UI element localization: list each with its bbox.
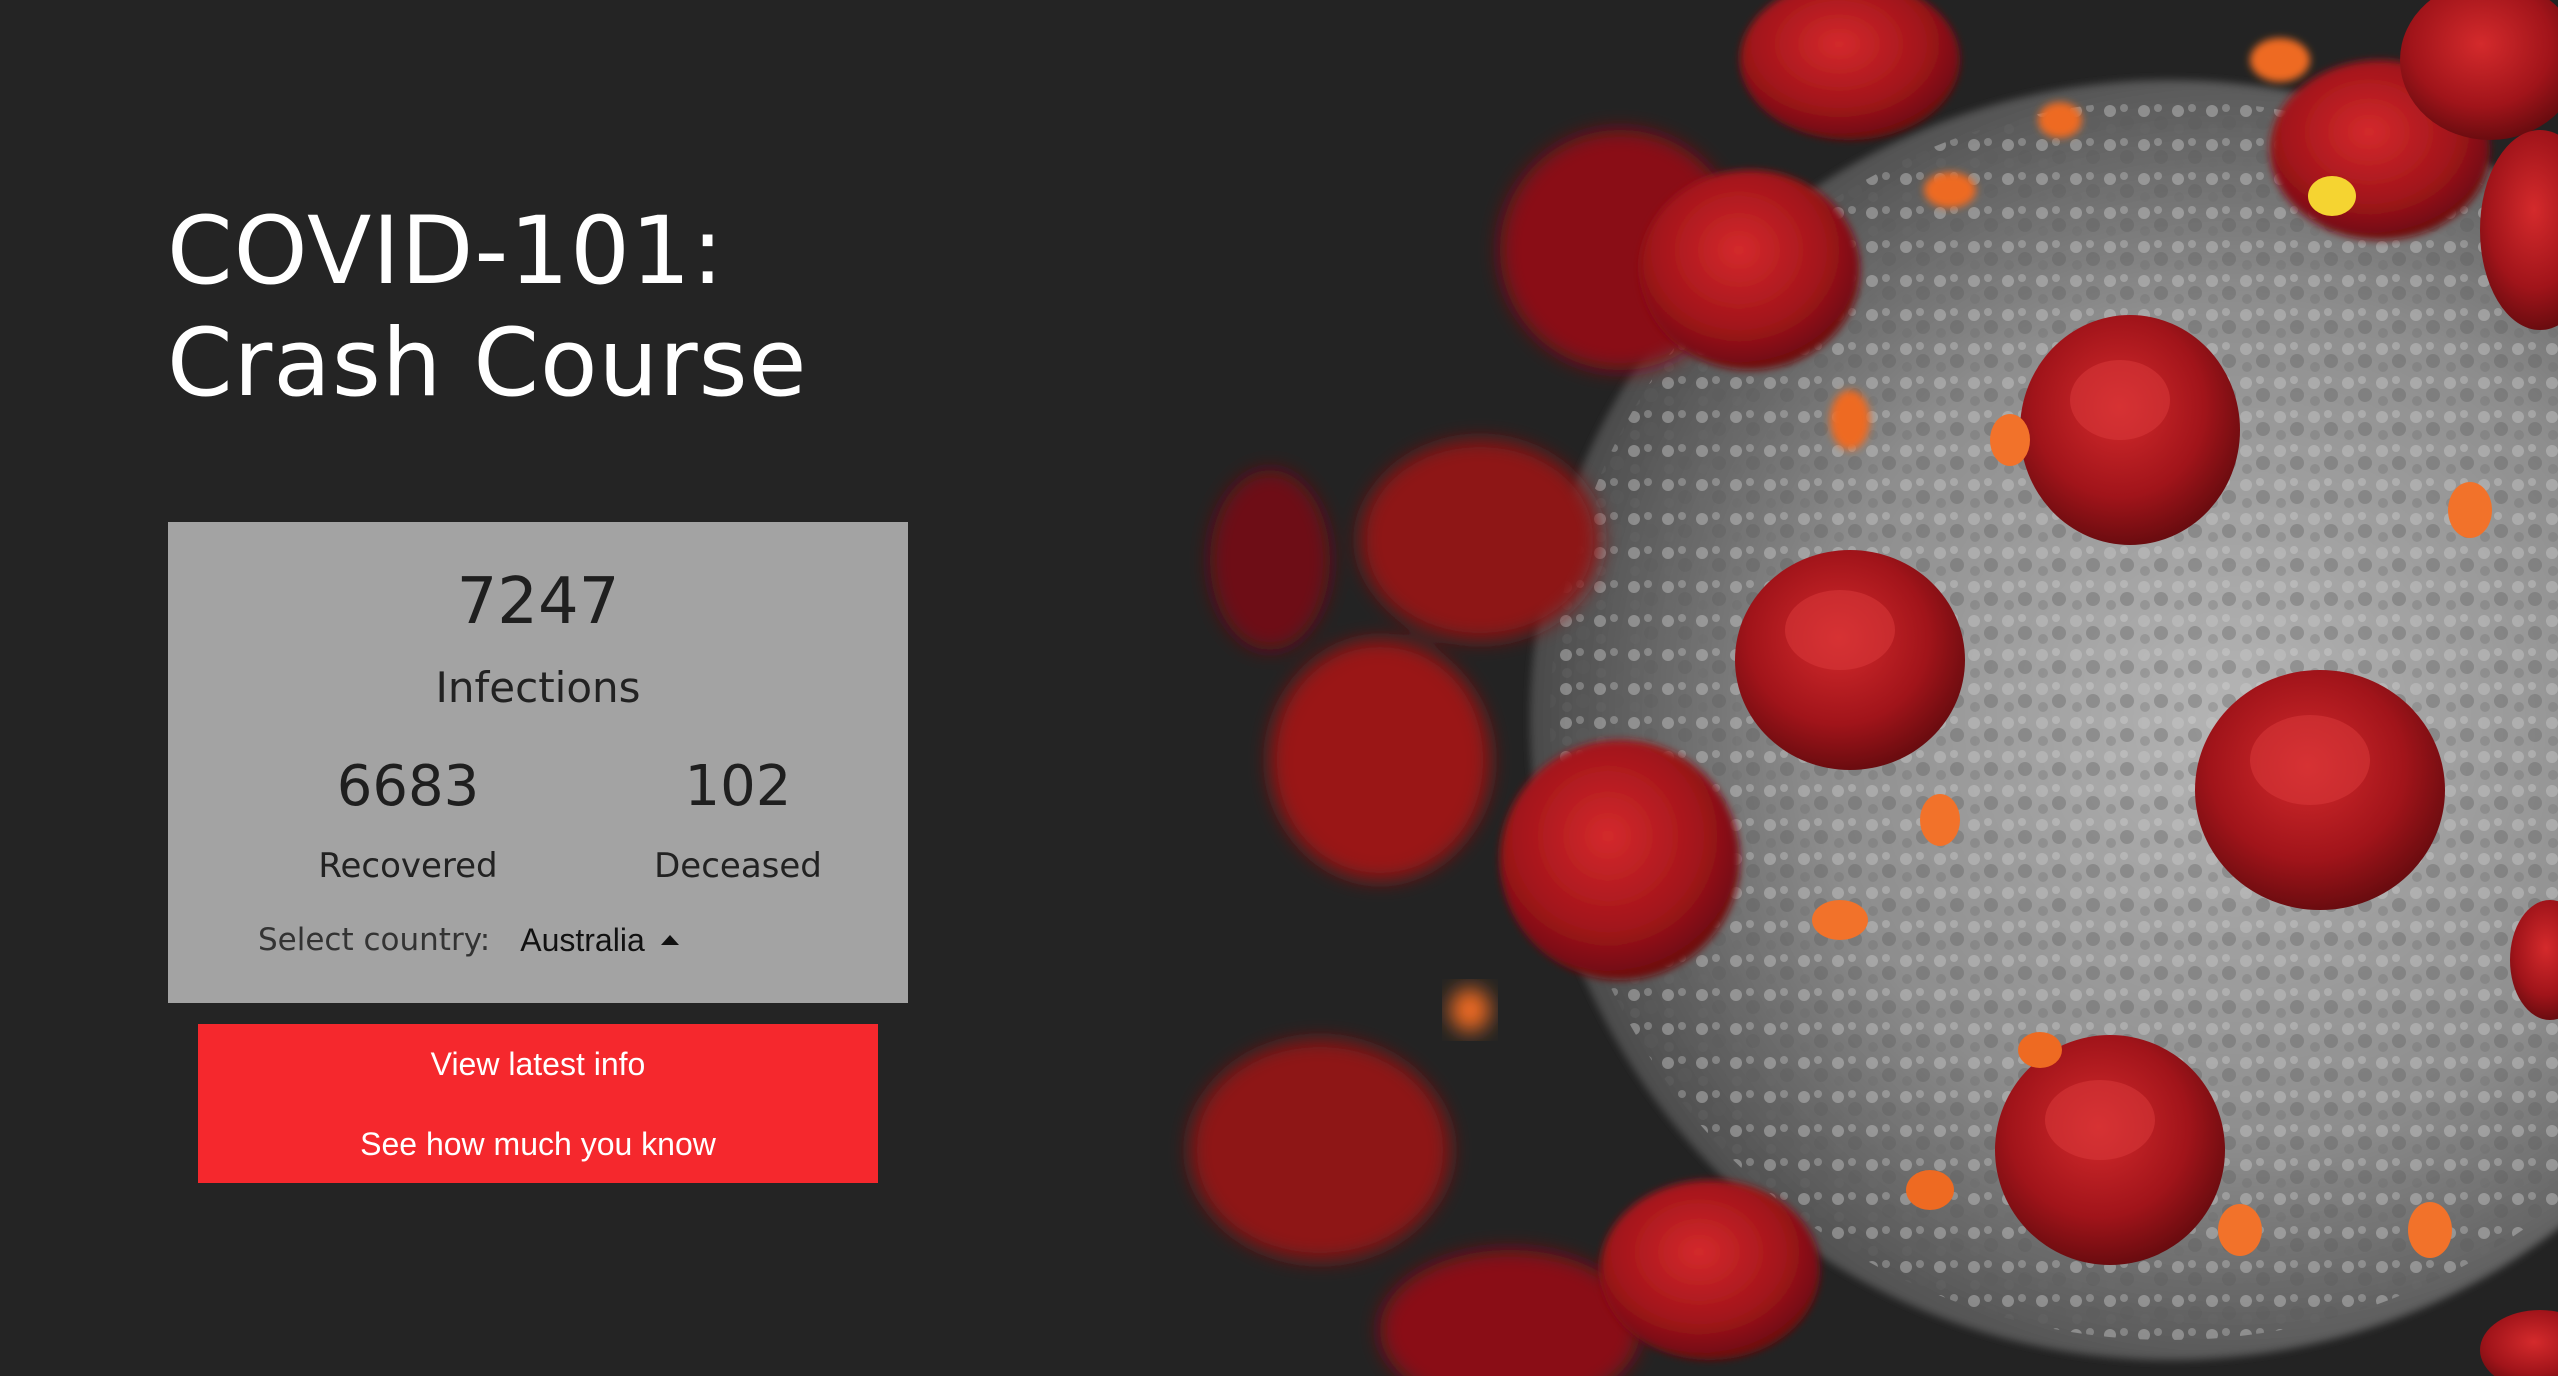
recovered-label: Recovered bbox=[318, 846, 498, 886]
virus-yellow-protein bbox=[2308, 176, 2356, 216]
caret-up-icon[interactable] bbox=[660, 935, 679, 945]
deceased-label: Deceased bbox=[654, 846, 822, 886]
infections-label: Infections bbox=[435, 663, 641, 712]
deceased-count: 102 bbox=[684, 754, 792, 819]
infections-count: 7247 bbox=[456, 565, 620, 639]
quiz-link[interactable]: See how much you know bbox=[198, 1122, 878, 1166]
stats-card: 7247 Infections 6683 Recovered 102 Decea… bbox=[168, 522, 908, 1003]
view-latest-info-link[interactable]: View latest info bbox=[198, 1042, 878, 1086]
recovered-count: 6683 bbox=[336, 754, 480, 819]
coronavirus-illustration bbox=[1150, 0, 2558, 1376]
title-line-1: COVID-101: bbox=[167, 197, 725, 306]
action-panel: View latest info See how much you know bbox=[198, 1024, 878, 1183]
country-dropdown[interactable]: Australia bbox=[520, 922, 679, 959]
page-title: COVID-101: Crash Course bbox=[167, 196, 808, 420]
country-select-label: Select country: bbox=[258, 922, 491, 958]
country-selector-row: Select country: Australia bbox=[258, 918, 679, 962]
title-line-2: Crash Course bbox=[167, 309, 808, 418]
selected-country[interactable]: Australia bbox=[520, 922, 645, 959]
